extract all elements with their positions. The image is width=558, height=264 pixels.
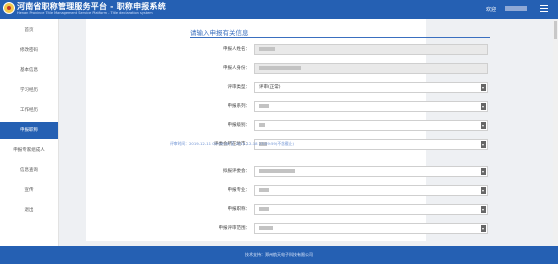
page-footer: 技术支持：郑州航天电子科技有限公司 (0, 246, 558, 264)
scrollbar-thumb[interactable] (554, 21, 557, 39)
redacted-value (259, 122, 265, 127)
field-label: 申报级别： (227, 123, 251, 128)
applicant-id-field (254, 63, 488, 74)
dropdown-arrow-icon (481, 103, 486, 110)
dropdown-arrow-icon (481, 187, 486, 194)
select-value: 评审(正常) (259, 85, 281, 90)
redacted-value (259, 206, 269, 211)
committee-select[interactable] (254, 166, 488, 177)
form-row-scope: 申报评审范围： (192, 223, 488, 234)
title-divider (190, 37, 490, 38)
field-label: 申报职称： (227, 207, 251, 212)
scope-select[interactable] (254, 223, 488, 234)
sidebar-item-expert-panel[interactable]: 申报专家组成人 (0, 142, 58, 159)
dropdown-arrow-icon (481, 84, 486, 91)
redacted-value (259, 168, 295, 173)
field-label: 申报评审范围： (218, 226, 251, 231)
redacted-value (259, 103, 269, 108)
menu-toggle-icon[interactable] (540, 5, 548, 12)
field-label: 申报系列： (227, 104, 251, 109)
sidebar: 首页 修改密码 基本信息 学习经历 工作经历 申报职称 申报专家组成人 信息查询… (0, 19, 59, 246)
form-row-committee: 拟报评委会： (192, 166, 488, 177)
dropdown-arrow-icon (481, 122, 486, 129)
sidebar-item-info-query[interactable]: 信息查询 (0, 162, 58, 179)
redacted-value (259, 65, 301, 70)
form-row-series: 申报系列： (192, 101, 488, 112)
form-row-id: 申报人身份： (192, 63, 488, 74)
field-label: 申报人姓名： (223, 47, 250, 52)
page-scrollbar[interactable] (553, 19, 558, 246)
redacted-value (259, 187, 269, 192)
app-header: 河南省职称管理服务平台 - 职称申报系统 Henan Province Titl… (0, 0, 558, 19)
user-name-redacted (505, 6, 527, 11)
form-row-name: 申报人姓名： (192, 44, 488, 55)
app-subtitle: Henan Province Title Management Service … (17, 11, 153, 15)
form-row-title: 申报职称： (192, 204, 488, 215)
sidebar-item-promotion[interactable]: 宣传 (0, 182, 58, 199)
sidebar-item-home[interactable]: 首页 (0, 22, 58, 39)
sidebar-item-logout[interactable]: 退出 (0, 202, 58, 219)
form-title: 请输入申报有关信息 (190, 29, 249, 37)
sidebar-item-education[interactable]: 学习经历 (0, 82, 58, 99)
review-period-hint: 评审时间：2019-12-11 00:00:00 至 2019-12-18 23… (170, 141, 294, 146)
review-type-select[interactable]: 评审(正常) (254, 82, 488, 93)
form-panel: 请输入申报有关信息 申报人姓名： 申报人身份： 评审类型： 评审(正常) 申报系… (86, 19, 490, 241)
field-label: 评审类型： (227, 85, 251, 90)
redacted-value (259, 46, 275, 51)
redacted-value (259, 225, 273, 230)
welcome-text: 欢迎 (486, 7, 497, 13)
dropdown-arrow-icon (481, 206, 486, 213)
sidebar-item-work-history[interactable]: 工作经历 (0, 102, 58, 119)
sidebar-item-change-password[interactable]: 修改密码 (0, 42, 58, 59)
emblem-logo-icon (3, 2, 15, 14)
form-row-level: 申报级别： (192, 120, 488, 131)
applicant-name-field (254, 44, 488, 55)
field-label: 申报人身份： (223, 66, 250, 71)
sidebar-item-basic-info[interactable]: 基本信息 (0, 62, 58, 79)
dropdown-arrow-icon (481, 225, 486, 232)
dropdown-arrow-icon (481, 141, 486, 148)
field-label: 拟报评委会： (223, 169, 250, 174)
form-row-review-type: 评审类型： 评审(正常) (192, 82, 488, 93)
dropdown-arrow-icon (481, 168, 486, 175)
series-select[interactable] (254, 101, 488, 112)
form-row-specialty: 申报专业： (192, 185, 488, 196)
field-label: 申报专业： (227, 188, 251, 193)
sidebar-item-declare-title[interactable]: 申报职称 (0, 122, 58, 139)
specialty-select[interactable] (254, 185, 488, 196)
title-select[interactable] (254, 204, 488, 215)
level-select[interactable] (254, 120, 488, 131)
